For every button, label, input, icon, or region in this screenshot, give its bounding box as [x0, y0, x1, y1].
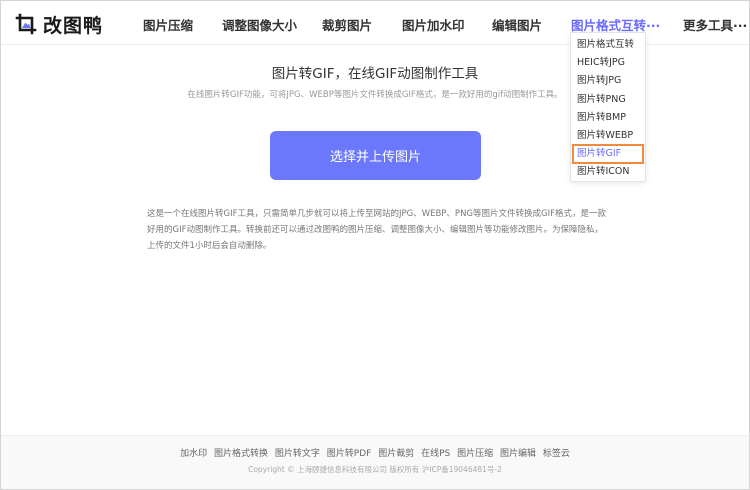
footer-link-crop[interactable]: 图片裁剪: [378, 449, 414, 459]
dropdown-item-to-webp[interactable]: 图片转WEBP: [571, 127, 645, 145]
footer: 加水印 图片格式转换 图片转文字 图片转PDF 图片裁剪 在线PS 图片压缩 图…: [1, 435, 749, 489]
copyright-text: Copyright © 上海颐捷信息科技有限公司 版权所有 沪ICP备19046…: [248, 465, 502, 474]
description-line: 上传的文件1小时后会自动删除。: [147, 241, 272, 251]
nav-item-edit[interactable]: 编辑图片: [492, 15, 542, 34]
footer-link-format-convert[interactable]: 图片格式转换: [214, 449, 268, 459]
description-line: 这是一个在线图片转GIF工具，只需简单几步就可以将上传至网站的JPG、WEBP、…: [147, 209, 606, 219]
footer-link-online-ps[interactable]: 在线PS: [421, 449, 450, 459]
footer-link-image-to-pdf[interactable]: 图片转PDF: [327, 449, 372, 459]
dropdown-item-to-icon[interactable]: 图片转ICON: [571, 163, 645, 181]
upload-image-button[interactable]: 选择并上传图片: [270, 131, 481, 180]
dropdown-item-format-convert[interactable]: 图片格式互转: [571, 36, 645, 54]
nav-item-more-tools[interactable]: 更多工具···: [683, 15, 747, 34]
dropdown-item-to-bmp[interactable]: 图片转BMP: [571, 109, 645, 127]
description-line: 好用的GIF动图制作工具。转换前还可以通过改图鸭的图片压缩、调整图像大小、编辑图…: [147, 225, 603, 235]
nav-item-watermark[interactable]: 图片加水印: [402, 15, 465, 34]
footer-links: 加水印 图片格式转换 图片转文字 图片转PDF 图片裁剪 在线PS 图片压缩 图…: [1, 446, 749, 459]
dropdown-item-to-gif[interactable]: 图片转GIF: [572, 144, 644, 165]
page-title: 图片转GIF，在线GIF动图制作工具: [271, 66, 479, 82]
footer-link-compress[interactable]: 图片压缩: [457, 449, 493, 459]
nav-item-resize[interactable]: 调整图像大小: [222, 15, 297, 34]
nav-item-crop[interactable]: 裁剪图片: [322, 15, 372, 34]
nav-item-compress[interactable]: 图片压缩: [143, 15, 193, 34]
footer-link-edit[interactable]: 图片编辑: [500, 449, 536, 459]
page-subtitle: 在线图片转GIF功能，可将JPG、WEBP等图片文件转换成GIF格式，是一款好用…: [187, 90, 563, 100]
format-dropdown-menu: 图片格式互转 HEIC转JPG 图片转JPG 图片转PNG 图片转BMP 图片转…: [570, 32, 646, 182]
footer-link-image-to-text[interactable]: 图片转文字: [275, 449, 320, 459]
footer-link-watermark[interactable]: 加水印: [180, 449, 207, 459]
tool-description: 这是一个在线图片转GIF工具，只需简单几步就可以将上传至网站的JPG、WEBP、…: [147, 206, 607, 254]
footer-link-tag-cloud[interactable]: 标签云: [543, 449, 570, 459]
